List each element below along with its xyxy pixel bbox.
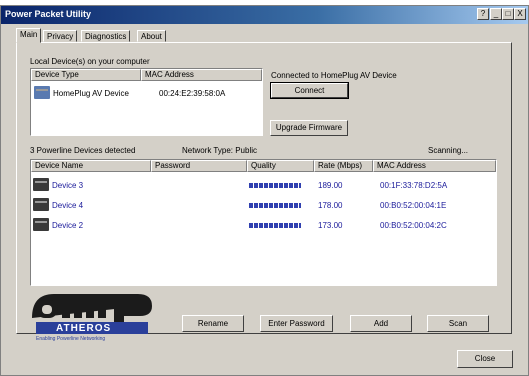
add-button[interactable]: Add xyxy=(350,315,412,332)
column-header-quality[interactable]: Quality xyxy=(247,160,314,172)
column-header-mac-address[interactable]: MAC Address xyxy=(141,69,262,81)
device-name: Device 4 xyxy=(52,201,84,210)
network-type-label: Network Type: Public xyxy=(182,146,257,155)
column-header-mac[interactable]: MAC Address xyxy=(373,160,496,172)
tab-about[interactable]: About xyxy=(137,30,166,42)
homeplug-device-icon xyxy=(34,86,50,99)
help-button[interactable]: ? xyxy=(477,8,489,20)
local-device-mac: 00:24:E2:39:58:0A xyxy=(159,89,226,98)
quality-bar xyxy=(249,203,301,208)
column-header-device-type[interactable]: Device Type xyxy=(31,69,141,81)
enter-password-button[interactable]: Enter Password xyxy=(260,315,333,332)
device-name: Device 3 xyxy=(52,181,84,190)
device-rate: 173.00 xyxy=(318,221,343,230)
device-mac: 00:B0:52:00:04:2C xyxy=(380,221,447,230)
device-mac: 00:B0:52:00:04:1E xyxy=(380,201,447,210)
logo-tagline: Enabling Powerline Networking xyxy=(36,336,106,342)
connection-status: Connected to HomePlug AV Device xyxy=(271,71,397,80)
column-header-device-name[interactable]: Device Name xyxy=(31,160,151,172)
connect-button[interactable]: Connect xyxy=(270,82,349,99)
local-devices-label: Local Device(s) on your computer xyxy=(30,57,150,66)
tab-diagnostics[interactable]: Diagnostics xyxy=(81,30,131,42)
powerline-devices-list[interactable]: Device Name Password Quality Rate (Mbps)… xyxy=(30,159,497,286)
close-button[interactable]: Close xyxy=(457,350,513,368)
scan-button[interactable]: Scan xyxy=(427,315,489,332)
powerline-device-row[interactable]: Device 2 173.00 00:B0:52:00:04:2C xyxy=(31,215,496,235)
title-bar[interactable]: Power Packet Utility ? _ □ X xyxy=(1,6,528,24)
column-header-password[interactable]: Password xyxy=(151,160,247,172)
local-device-row[interactable]: HomePlug AV Device 00:24:E2:39:58:0A xyxy=(33,84,259,102)
tab-main[interactable]: Main xyxy=(16,28,42,43)
local-devices-list[interactable]: Device Type MAC Address HomePlug AV Devi… xyxy=(30,68,263,136)
logo-brand-text: ATHEROS xyxy=(56,323,112,334)
powerline-adapter-icon xyxy=(33,218,49,231)
device-rate: 189.00 xyxy=(318,181,343,190)
powerline-device-row[interactable]: Device 3 189.00 00:1F:33:78:D2:5A xyxy=(31,175,496,195)
powerline-device-row[interactable]: Device 4 178.00 00:B0:52:00:04:1E xyxy=(31,195,496,215)
scanning-status: Scanning... xyxy=(428,146,469,155)
device-mac: 00:1F:33:78:D2:5A xyxy=(380,181,448,190)
atheros-amp-logo: ATHEROS Enabling Powerline Networking xyxy=(28,288,156,346)
tab-privacy[interactable]: Privacy xyxy=(43,30,78,42)
devices-detected-label: 3 Powerline Devices detected xyxy=(30,146,136,155)
local-device-type: HomePlug AV Device xyxy=(53,89,129,98)
powerline-adapter-icon xyxy=(33,178,49,191)
close-window-button[interactable]: X xyxy=(514,8,526,20)
column-header-rate[interactable]: Rate (Mbps) xyxy=(314,160,373,172)
powerline-adapter-icon xyxy=(33,198,49,211)
minimize-button[interactable]: _ xyxy=(490,8,502,20)
upgrade-firmware-button[interactable]: Upgrade Firmware xyxy=(270,120,348,136)
quality-bar xyxy=(249,183,301,188)
device-name: Device 2 xyxy=(52,221,84,230)
rename-button[interactable]: Rename xyxy=(182,315,244,332)
quality-bar xyxy=(249,223,301,228)
maximize-button[interactable]: □ xyxy=(502,8,514,20)
device-rate: 178.00 xyxy=(318,201,343,210)
window-title: Power Packet Utility xyxy=(5,9,92,19)
